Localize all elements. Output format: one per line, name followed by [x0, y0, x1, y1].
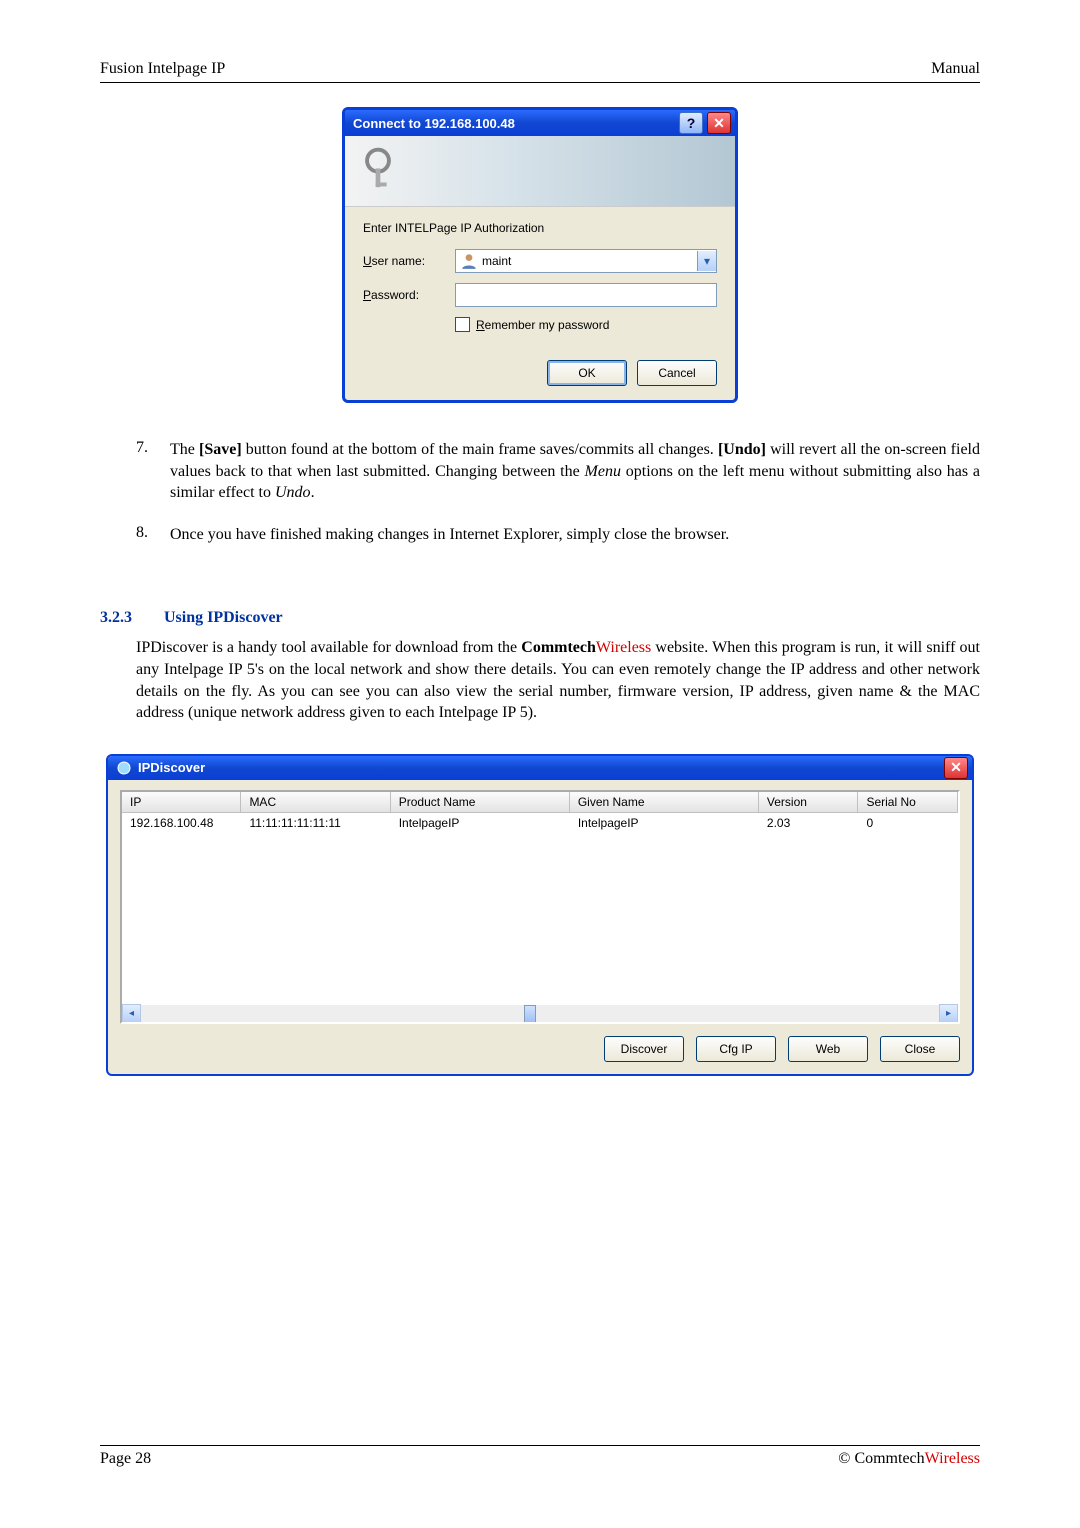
list-text-7: The [Save] button found at the bottom of…	[170, 439, 980, 504]
col-version[interactable]: Version	[759, 792, 859, 812]
header-left: Fusion Intelpage IP	[100, 60, 225, 78]
cell-gn: IntelpageIP	[570, 813, 759, 833]
user-icon	[460, 252, 478, 270]
ipd-app-icon	[116, 760, 132, 776]
col-serial[interactable]: Serial No	[858, 792, 958, 812]
auth-titlebar[interactable]: Connect to 192.168.100.48 ? ✕	[345, 110, 735, 136]
username-value: maint	[482, 254, 697, 268]
footer-page: Page 28	[100, 1450, 151, 1468]
col-given-name[interactable]: Given Name	[570, 792, 759, 812]
horizontal-scrollbar[interactable]: ◂ ▸	[122, 1005, 958, 1022]
ipd-close-button[interactable]: ✕	[944, 757, 968, 779]
list-number-7: 7.	[136, 439, 170, 504]
web-button[interactable]: Web	[788, 1036, 868, 1062]
cell-pn: IntelpageIP	[391, 813, 570, 833]
scroll-left-icon[interactable]: ◂	[122, 1004, 141, 1023]
ipdiscover-window: IPDiscover ✕ IP MAC Product Name Given N…	[106, 754, 974, 1076]
cell-ver: 2.03	[759, 813, 859, 833]
help-button[interactable]: ?	[679, 112, 703, 134]
remember-checkbox[interactable]	[455, 317, 470, 332]
remember-label: Remember my password	[476, 318, 609, 332]
list-number-8: 8.	[136, 524, 170, 546]
close-button[interactable]: ✕	[707, 112, 731, 134]
chevron-down-icon[interactable]: ▾	[697, 251, 716, 271]
close-button-ipd[interactable]: Close	[880, 1036, 960, 1062]
cell-mac: 11:11:11:11:11:11	[241, 813, 390, 833]
auth-banner	[345, 136, 735, 207]
auth-title: Connect to 192.168.100.48	[353, 116, 675, 131]
scroll-thumb[interactable]	[524, 1005, 536, 1024]
username-label: User name:	[363, 254, 455, 268]
username-combo[interactable]: maint ▾	[455, 249, 717, 273]
ipd-titlebar[interactable]: IPDiscover ✕	[108, 756, 972, 780]
discover-button[interactable]: Discover	[604, 1036, 684, 1062]
cfgip-button[interactable]: Cfg IP	[696, 1036, 776, 1062]
auth-dialog: Connect to 192.168.100.48 ? ✕ Enter INTE…	[342, 107, 738, 403]
lv-header[interactable]: IP MAC Product Name Given Name Version S…	[122, 792, 958, 813]
col-mac[interactable]: MAC	[241, 792, 390, 812]
close-icon: ✕	[713, 115, 725, 132]
cancel-button[interactable]: Cancel	[637, 360, 717, 386]
password-label: Password:	[363, 288, 455, 302]
col-product-name[interactable]: Product Name	[391, 792, 570, 812]
ok-button[interactable]: OK	[547, 360, 627, 386]
cell-ip: 192.168.100.48	[122, 813, 241, 833]
footer-copyright: © CommtechWireless	[838, 1450, 980, 1468]
close-icon: ✕	[950, 759, 962, 776]
question-icon: ?	[687, 115, 696, 131]
col-ip[interactable]: IP	[122, 792, 241, 812]
section-paragraph: IPDiscover is a handy tool available for…	[136, 637, 980, 723]
ipd-listview[interactable]: IP MAC Product Name Given Name Version S…	[120, 790, 960, 1024]
table-row[interactable]: 192.168.100.48 11:11:11:11:11:11 Intelpa…	[122, 813, 958, 833]
list-text-8: Once you have finished making changes in…	[170, 524, 980, 546]
scroll-right-icon[interactable]: ▸	[939, 1004, 958, 1023]
scroll-track[interactable]	[141, 1005, 939, 1022]
section-heading: 3.2.3Using IPDiscover	[100, 609, 980, 627]
keys-icon	[353, 145, 403, 198]
header-right: Manual	[931, 60, 980, 78]
password-input[interactable]	[455, 283, 717, 307]
auth-prompt: Enter INTELPage IP Authorization	[363, 221, 717, 235]
cell-sn: 0	[858, 813, 958, 833]
ipd-title: IPDiscover	[138, 760, 940, 775]
